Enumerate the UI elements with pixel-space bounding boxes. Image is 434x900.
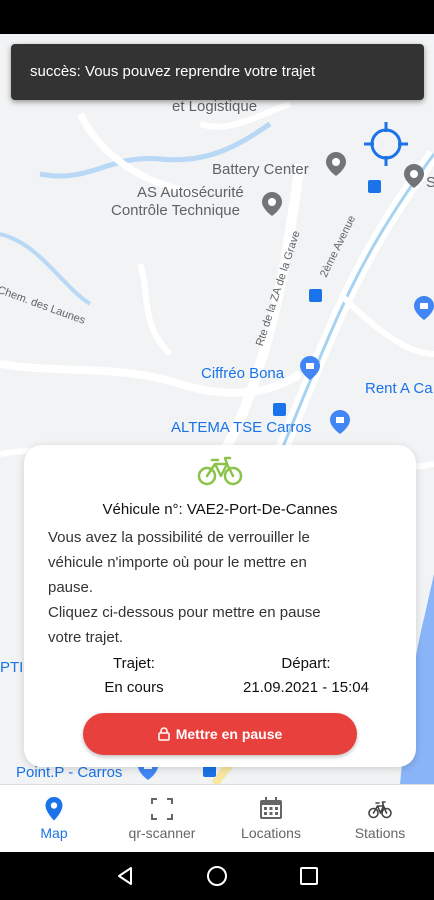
vehicle-number: Véhicule n°: VAE2-Port-De-Cannes — [102, 501, 338, 518]
map-label-logistique: et Logistique — [172, 98, 258, 115]
status-bar — [0, 0, 434, 34]
map-pin-icon — [45, 797, 63, 821]
shop-pin-icon[interactable] — [414, 296, 434, 320]
bicycle-icon — [368, 801, 392, 819]
shop-pin-icon[interactable] — [330, 410, 350, 434]
map-label-altema: ALTEMA TSE Carros — [171, 419, 312, 436]
success-toast: succès: Vous pouvez reprendre votre traj… — [11, 44, 424, 100]
nav-label-locations: Locations — [241, 825, 301, 841]
info-line: véhicule n'importe où pour le mettre en — [48, 554, 307, 571]
nav-tab-qr-scanner[interactable]: qr-scanner — [108, 785, 216, 853]
map-label-as-autosecurite: AS Autosécurité — [137, 184, 244, 201]
map-label-rent-a-car: Rent A Ca — [365, 380, 433, 397]
lock-icon — [157, 727, 170, 741]
place-pin-icon[interactable] — [262, 192, 282, 216]
info-line: Cliquez ci-dessous pour mettre en pause — [48, 604, 321, 621]
system-navigation-bar — [0, 852, 434, 900]
nav-label-map: Map — [40, 825, 68, 841]
trip-pause-card: Véhicule n°: VAE2-Port-De-Cannes Vous av… — [24, 445, 416, 767]
toast-message: succès: Vous pouvez reprendre votre traj… — [30, 63, 316, 80]
home-circle-icon[interactable] — [205, 864, 229, 888]
place-pin-icon[interactable] — [404, 164, 424, 188]
place-pin-icon[interactable] — [326, 152, 346, 176]
pause-info-text: Vous avez la possibilité de verrouiller … — [48, 525, 378, 650]
map-label-s-edge: S — [426, 174, 434, 191]
back-triangle-icon[interactable] — [113, 864, 137, 888]
calendar-icon — [260, 797, 282, 819]
depart-value: 21.09.2021 - 15:04 — [243, 679, 369, 696]
nav-tab-locations[interactable]: Locations — [217, 785, 325, 853]
map-label-battery-center: Battery Center — [212, 161, 309, 178]
nav-tab-map[interactable]: Map — [0, 785, 108, 853]
info-line: votre trajet. — [48, 629, 124, 646]
trajet-label: Trajet: — [113, 655, 155, 672]
pause-button-label: Mettre en pause — [175, 726, 283, 742]
nav-tab-stations[interactable]: Stations — [326, 785, 434, 853]
nav-label-stations: Stations — [354, 825, 406, 841]
bottom-navigation: Map qr-scanner Locations Stations — [0, 784, 434, 853]
info-line: Vous avez la possibilité de verrouiller … — [48, 529, 310, 546]
depart-label: Départ: — [281, 655, 331, 672]
map-label-ciffreo-bona: Ciffréo Bona — [201, 365, 285, 382]
scan-frame-icon — [151, 798, 173, 820]
map-label-controle-technique: Contrôle Technique — [111, 202, 240, 219]
pause-trip-button[interactable]: Mettre en pause — [83, 713, 357, 755]
info-line: pause. — [48, 579, 94, 596]
nav-label-qr-scanner: qr-scanner — [128, 825, 196, 841]
bicycle-icon — [197, 456, 243, 486]
shop-pin-icon[interactable] — [300, 356, 320, 380]
recents-square-icon[interactable] — [297, 864, 321, 888]
trajet-value: En cours — [104, 679, 164, 696]
